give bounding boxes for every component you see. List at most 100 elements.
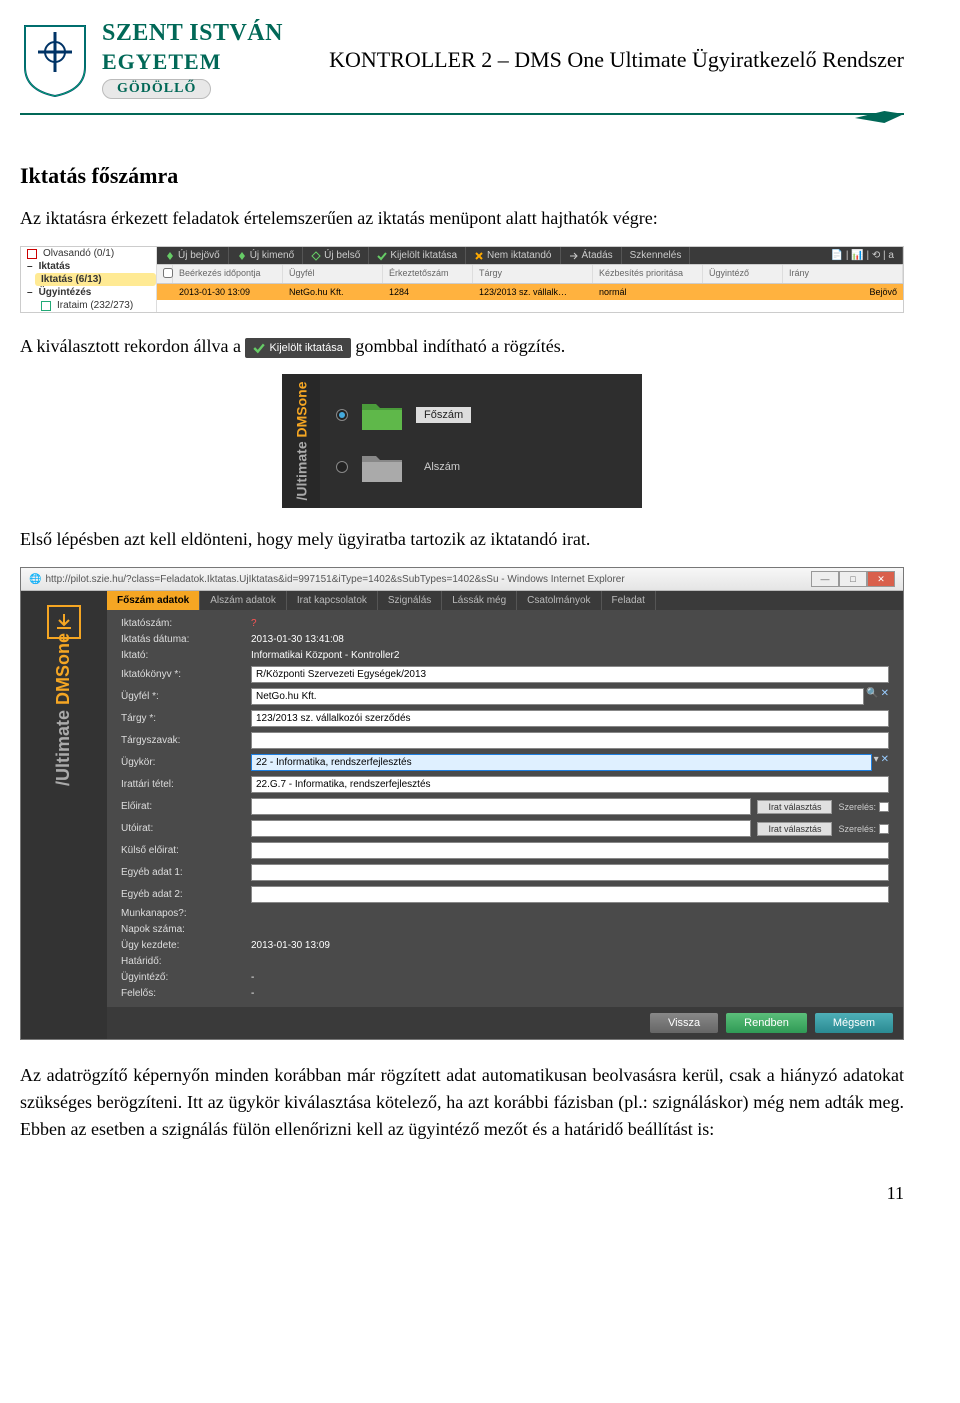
col-irany[interactable]: Irány <box>783 265 903 283</box>
col-ugyintezo[interactable]: Ügyintéző <box>703 265 783 283</box>
minimize-button[interactable]: — <box>811 571 839 587</box>
screenshot-list-toolbar: Olvasandó (0/1) – Iktatás Iktatás (6/13)… <box>20 246 904 313</box>
dropdown-icon[interactable]: ▾ <box>874 754 879 771</box>
lbl-eloirat: Előirat: <box>121 801 241 812</box>
screenshot-foszam-alszam-choice: /Ultimate DMSone Főszám Alszám <box>282 374 642 508</box>
ie-icon: 🌐 <box>29 574 41 585</box>
paragraph-4: Az adatrögzítő képernyőn minden korábban… <box>20 1062 904 1143</box>
sidebar-tree: Olvasandó (0/1) – Iktatás Iktatás (6/13)… <box>21 247 157 312</box>
sidebar-item-olvasando[interactable]: Olvasandó (0/1) <box>21 247 156 260</box>
lbl-datum: Iktatás dátuma: <box>121 634 241 645</box>
val-felelos: - <box>251 988 889 999</box>
lbl-hatarido: Határidő: <box>121 956 241 967</box>
tab-feladat[interactable]: Feladat <box>602 591 656 610</box>
col-ugyfel[interactable]: Ügyfél <box>283 265 383 283</box>
lbl-irattari: Irattári tétel: <box>121 779 241 790</box>
input-targy[interactable] <box>251 710 889 727</box>
lbl-iktatoszam: Iktatószám: <box>121 618 241 629</box>
col-beerkezes[interactable]: Beérkezés időpontja <box>173 265 283 283</box>
tab-lassak-meg[interactable]: Lássák még <box>442 591 517 610</box>
clear-icon[interactable]: ✕ <box>881 688 889 705</box>
toolbar-uj-belso[interactable]: Új belső <box>303 247 369 264</box>
option-alszam[interactable]: Alszám <box>336 450 626 484</box>
val-iktatoszam: ? <box>251 618 889 629</box>
toolbar-nem-iktatando[interactable]: Nem iktatandó <box>466 247 560 264</box>
radio-foszam[interactable] <box>336 409 348 421</box>
lbl-iktatokonyv: Iktatókönyv *: <box>121 669 241 680</box>
toolbar-extra-icons[interactable]: 📄 | 📊 | ⟲ | a <box>823 247 903 264</box>
folder-gray-icon <box>360 450 404 484</box>
form-tabs: Főszám adatok Alszám adatok Irat kapcsol… <box>107 591 903 610</box>
close-button[interactable]: ✕ <box>867 571 895 587</box>
col-targy[interactable]: Tárgy <box>473 265 593 283</box>
toolbar-kijelolt-iktatasa[interactable]: Kijelölt iktatása <box>369 247 466 264</box>
input-adat1[interactable] <box>251 864 889 881</box>
btn-rendben[interactable]: Rendben <box>726 1013 807 1033</box>
input-iktatokonyv[interactable] <box>251 666 889 683</box>
dms-sidebar: /Ultimate DMSone <box>21 591 107 1039</box>
lbl-ugyintezo: Ügyintéző: <box>121 972 241 983</box>
doc-icon <box>41 301 51 311</box>
university-name-2: EGYETEM <box>102 49 283 75</box>
chk-eloirat-szereles[interactable]: Szerelés: <box>838 802 889 812</box>
tab-csatolmanyok[interactable]: Csatolmányok <box>517 591 601 610</box>
university-crest-icon <box>20 22 90 98</box>
lbl-iktato: Iktató: <box>121 650 241 661</box>
kijelolt-iktatasa-inline-button: Kijelölt iktatása <box>245 338 350 359</box>
dms-brand-sidebar: /Ultimate DMSone <box>282 374 320 508</box>
document-title: KONTROLLER 2 – DMS One Ultimate Ügyiratk… <box>295 47 904 73</box>
toolbar-uj-kimeno[interactable]: Új kimenő <box>229 247 303 264</box>
page-number: 11 <box>20 1183 904 1204</box>
radio-alszam[interactable] <box>336 461 348 473</box>
sidebar-item-ugyintezes[interactable]: – Ügyintézés <box>21 286 156 299</box>
val-datum: 2013-01-30 13:41:08 <box>251 634 889 645</box>
browser-url: http://pilot.szie.hu/?class=Feladatok.Ik… <box>45 574 624 585</box>
btn-eloirat-valasztas[interactable]: Irat választás <box>757 800 832 814</box>
lbl-utoirat: Utóirat: <box>121 823 241 834</box>
toolbar: Új bejövő Új kimenő Új belső Kijelölt ik… <box>157 247 903 264</box>
chk-utoirat-szereles[interactable]: Szerelés: <box>838 824 889 834</box>
toolbar-atadas[interactable]: Átadás <box>561 247 622 264</box>
paragraph-2: A kiválasztott rekordon állva a Kijelölt… <box>20 333 904 360</box>
input-ugyfel[interactable] <box>251 688 864 705</box>
val-kezdete: 2013-01-30 13:09 <box>251 940 889 951</box>
input-adat2[interactable] <box>251 886 889 903</box>
input-targyszavak[interactable] <box>251 732 889 749</box>
maximize-button[interactable]: □ <box>839 571 867 587</box>
col-kezbesites[interactable]: Kézbesítés prioritása <box>593 265 703 283</box>
input-kulso-eloirat[interactable] <box>251 842 889 859</box>
val-iktato: Informatikai Központ - Kontroller2 <box>251 650 889 661</box>
col-checkbox[interactable] <box>157 265 173 283</box>
lbl-kezdete: Ügy kezdete: <box>121 940 241 951</box>
university-name-1: SZENT ISTVÁN <box>102 20 283 47</box>
label-foszam: Főszám <box>416 407 471 423</box>
clear-icon[interactable]: ✕ <box>881 754 889 771</box>
tab-alszam-adatok[interactable]: Alszám adatok <box>200 591 287 610</box>
col-erkeztetoszam[interactable]: Érkeztetőszám <box>383 265 473 283</box>
tab-foszam-adatok[interactable]: Főszám adatok <box>107 591 200 610</box>
btn-megsem[interactable]: Mégsem <box>815 1013 893 1033</box>
paragraph-3: Első lépésben azt kell eldönteni, hogy m… <box>20 526 904 553</box>
toolbar-uj-bejovo[interactable]: Új bejövő <box>157 247 229 264</box>
btn-utoirat-valasztas[interactable]: Irat választás <box>757 822 832 836</box>
option-foszam[interactable]: Főszám <box>336 398 626 432</box>
lbl-adat2: Egyéb adat 2: <box>121 889 241 900</box>
input-ugykor[interactable] <box>251 754 872 771</box>
mail-icon <box>27 249 37 259</box>
sidebar-item-irataim[interactable]: Irataim (232/273) <box>35 299 156 312</box>
sidebar-item-iktatas[interactable]: Iktatás (6/13) <box>35 273 156 286</box>
input-eloirat[interactable] <box>251 798 751 815</box>
form-footer-buttons: Vissza Rendben Mégsem <box>107 1007 903 1039</box>
tab-irat-kapcsolatok[interactable]: Irat kapcsolatok <box>287 591 378 610</box>
toolbar-szkenneles[interactable]: Szkennelés <box>622 247 691 264</box>
browser-titlebar: 🌐 http://pilot.szie.hu/?class=Feladatok.… <box>21 568 903 591</box>
tab-szignalas[interactable]: Szignálás <box>378 591 442 610</box>
lbl-felelos: Felelős: <box>121 988 241 999</box>
btn-vissza[interactable]: Vissza <box>650 1013 718 1033</box>
input-utoirat[interactable] <box>251 820 751 837</box>
table-row-selected[interactable]: 2013-01-30 13:09 NetGo.hu Kft. 1284 123/… <box>157 284 903 300</box>
sidebar-item-iktatas-parent[interactable]: – Iktatás <box>21 260 156 273</box>
input-irattari[interactable] <box>251 776 889 793</box>
search-icon[interactable]: 🔍 <box>866 688 878 705</box>
val-ugyintezo: - <box>251 972 889 983</box>
